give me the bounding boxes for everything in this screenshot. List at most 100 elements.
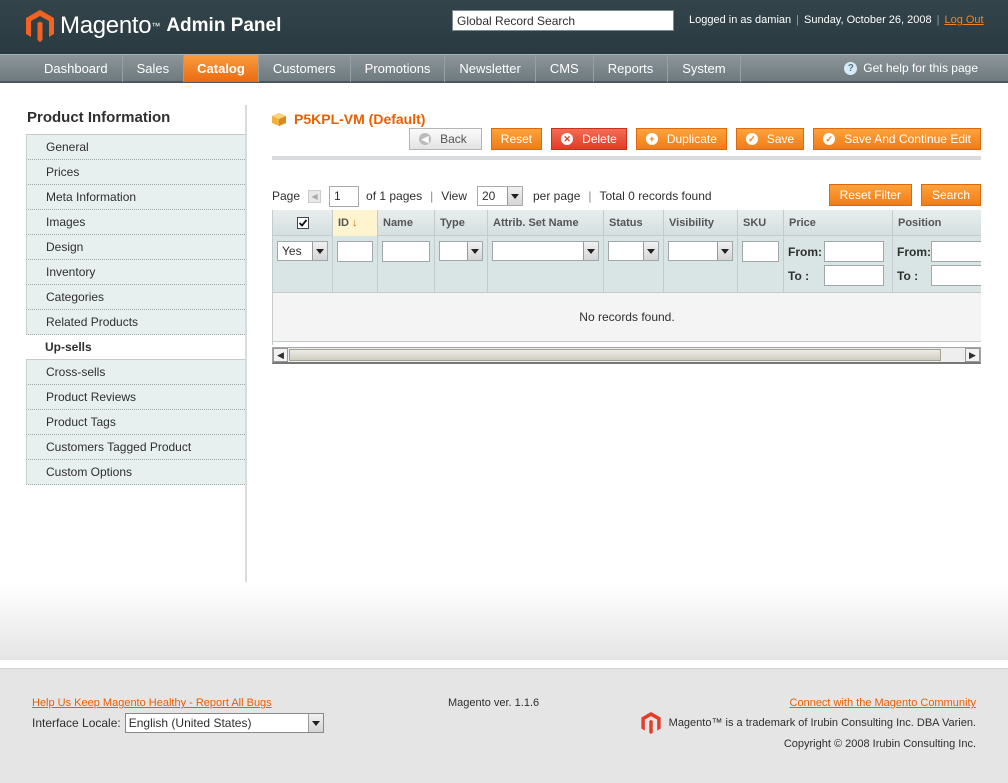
select-all-checkbox[interactable] [273,210,333,236]
date-text: Sunday, October 26, 2008 [804,14,932,26]
nav-promotions[interactable]: Promotions [351,55,446,82]
help-label: Get help for this page [863,61,978,75]
total-records: Total 0 records found [599,189,712,203]
position-to-input[interactable] [931,265,981,286]
id-filter-input[interactable] [337,241,373,262]
delete-button[interactable]: ✕ Delete [551,128,627,150]
action-buttons: ◀ Back Reset ✕ Delete + Duplicate ✓ Save ✓ Sa… [400,128,981,150]
grid-filter-row: Yes From: To : From: To : [273,236,981,293]
save-continue-label: Save And Continue Edit [844,132,971,146]
column-type[interactable]: Type [435,210,488,236]
in-products-filter-value: Yes [282,244,302,258]
product-title: P5KPL-VM (Default) [294,111,426,127]
nav-newsletter[interactable]: Newsletter [445,55,536,82]
price-to-input[interactable] [824,265,884,286]
column-status[interactable]: Status [604,210,664,236]
magento-logo[interactable]: Magento ™ Admin Panel [26,10,281,42]
sidebar: Product Information General Prices Meta … [26,105,247,582]
sidebar-item-customers-tagged-product[interactable]: Customers Tagged Product [26,435,245,460]
save-label: Save [766,132,795,146]
page-input[interactable]: 1 [329,185,360,207]
column-visibility[interactable]: Visibility [664,210,738,236]
sidebar-item-cross-sells[interactable]: Cross-sells [26,360,245,385]
sku-filter-input[interactable] [742,241,779,262]
scrollbar-thumb[interactable] [289,349,941,361]
chevron-down-icon [467,242,482,260]
products-grid: ID ↓ Name Type Attrib. Set Name Status Vi… [272,210,981,345]
sidebar-item-meta-information[interactable]: Meta Information [26,185,245,210]
sidebar-item-inventory[interactable]: Inventory [26,260,245,285]
sidebar-item-general[interactable]: General [26,135,245,160]
main-nav: Dashboard Sales Catalog Customers Promot… [0,54,1008,83]
app-name: Magento [60,12,152,39]
sidebar-item-product-tags[interactable]: Product Tags [26,410,245,435]
help-link[interactable]: ? Get help for this page [844,61,978,75]
chevron-down-icon [312,242,327,260]
community-link[interactable]: Connect with the Magento Community [790,697,976,709]
duplicate-button[interactable]: + Duplicate [635,128,727,150]
locale-select[interactable]: English (United States) [124,713,324,733]
nav-catalog[interactable]: Catalog [184,55,259,82]
locale-switcher: Interface Locale: English (United States… [32,713,324,733]
type-filter-select[interactable] [439,241,483,261]
sidebar-item-prices[interactable]: Prices [26,160,245,185]
nav-reports[interactable]: Reports [594,55,669,82]
global-search-input[interactable]: Global Record Search [452,10,674,31]
nav-cms[interactable]: CMS [536,55,594,82]
scroll-right-icon[interactable]: ▶ [965,348,980,362]
horizontal-scrollbar[interactable]: ◀ ▶ [272,347,981,364]
search-button[interactable]: Search [920,184,981,206]
save-and-continue-button[interactable]: ✓ Save And Continue Edit [813,128,981,150]
reset-button[interactable]: Reset [490,128,543,150]
sidebar-item-custom-options[interactable]: Custom Options [26,460,245,485]
page-fade [0,583,1008,660]
name-filter-input[interactable] [382,241,430,262]
back-button[interactable]: ◀ Back [409,128,482,150]
per-page-select[interactable]: 20 [477,186,523,206]
nav-sales[interactable]: Sales [123,55,185,82]
status-filter-select[interactable] [608,241,659,261]
nav-customers[interactable]: Customers [259,55,351,82]
nav-dashboard[interactable]: Dashboard [30,55,123,82]
column-price[interactable]: Price [784,210,893,236]
position-from-input[interactable] [931,241,981,262]
in-products-filter-select[interactable]: Yes [277,241,328,261]
header: Magento ™ Admin Panel Global Record Searc… [0,0,1008,54]
attrib-set-filter-select[interactable] [492,241,599,261]
column-sku[interactable]: SKU [738,210,784,236]
sidebar-item-design[interactable]: Design [26,235,245,260]
footer: Help Us Keep Magento Healthy - Report Al… [0,660,1008,783]
scroll-left-icon[interactable]: ◀ [273,348,288,362]
help-icon: ? [844,61,858,75]
column-id-label: ID [338,217,349,229]
column-attrib-set-name[interactable]: Attrib. Set Name [488,210,604,236]
column-position[interactable]: Position [893,210,981,236]
nav-system[interactable]: System [668,55,741,82]
sidebar-item-product-reviews[interactable]: Product Reviews [26,385,245,410]
logout-link[interactable]: Log Out [944,14,983,26]
save-button[interactable]: ✓ Save [735,128,805,150]
sidebar-item-images[interactable]: Images [26,210,245,235]
trademark-symbol: ™ [151,21,161,31]
column-name[interactable]: Name [378,210,435,236]
grid-header: ID ↓ Name Type Attrib. Set Name Status Vi… [273,210,981,236]
reset-label: Reset [500,132,533,146]
position-from-label: From: [897,244,931,259]
report-bugs-link[interactable]: Help Us Keep Magento Healthy - Report Al… [32,697,272,709]
per-page-label: per page [533,189,581,203]
price-from-label: From: [788,244,822,259]
delete-label: Delete [582,132,617,146]
magento-logo-small-icon [641,712,661,734]
position-to-label: To : [897,268,919,283]
sidebar-item-related-products[interactable]: Related Products [26,310,245,335]
sidebar-title: Product Information [26,105,245,135]
sidebar-item-categories[interactable]: Categories [26,285,245,310]
back-label: Back [440,132,467,146]
visibility-filter-select[interactable] [668,241,733,261]
reset-filter-button[interactable]: Reset Filter [828,184,912,206]
price-from-input[interactable] [824,241,884,262]
prev-page-icon[interactable]: ◀ [308,189,322,203]
column-id[interactable]: ID ↓ [333,210,378,236]
page-label: Page [272,189,301,203]
sidebar-item-up-sells[interactable]: Up-sells [26,335,245,360]
